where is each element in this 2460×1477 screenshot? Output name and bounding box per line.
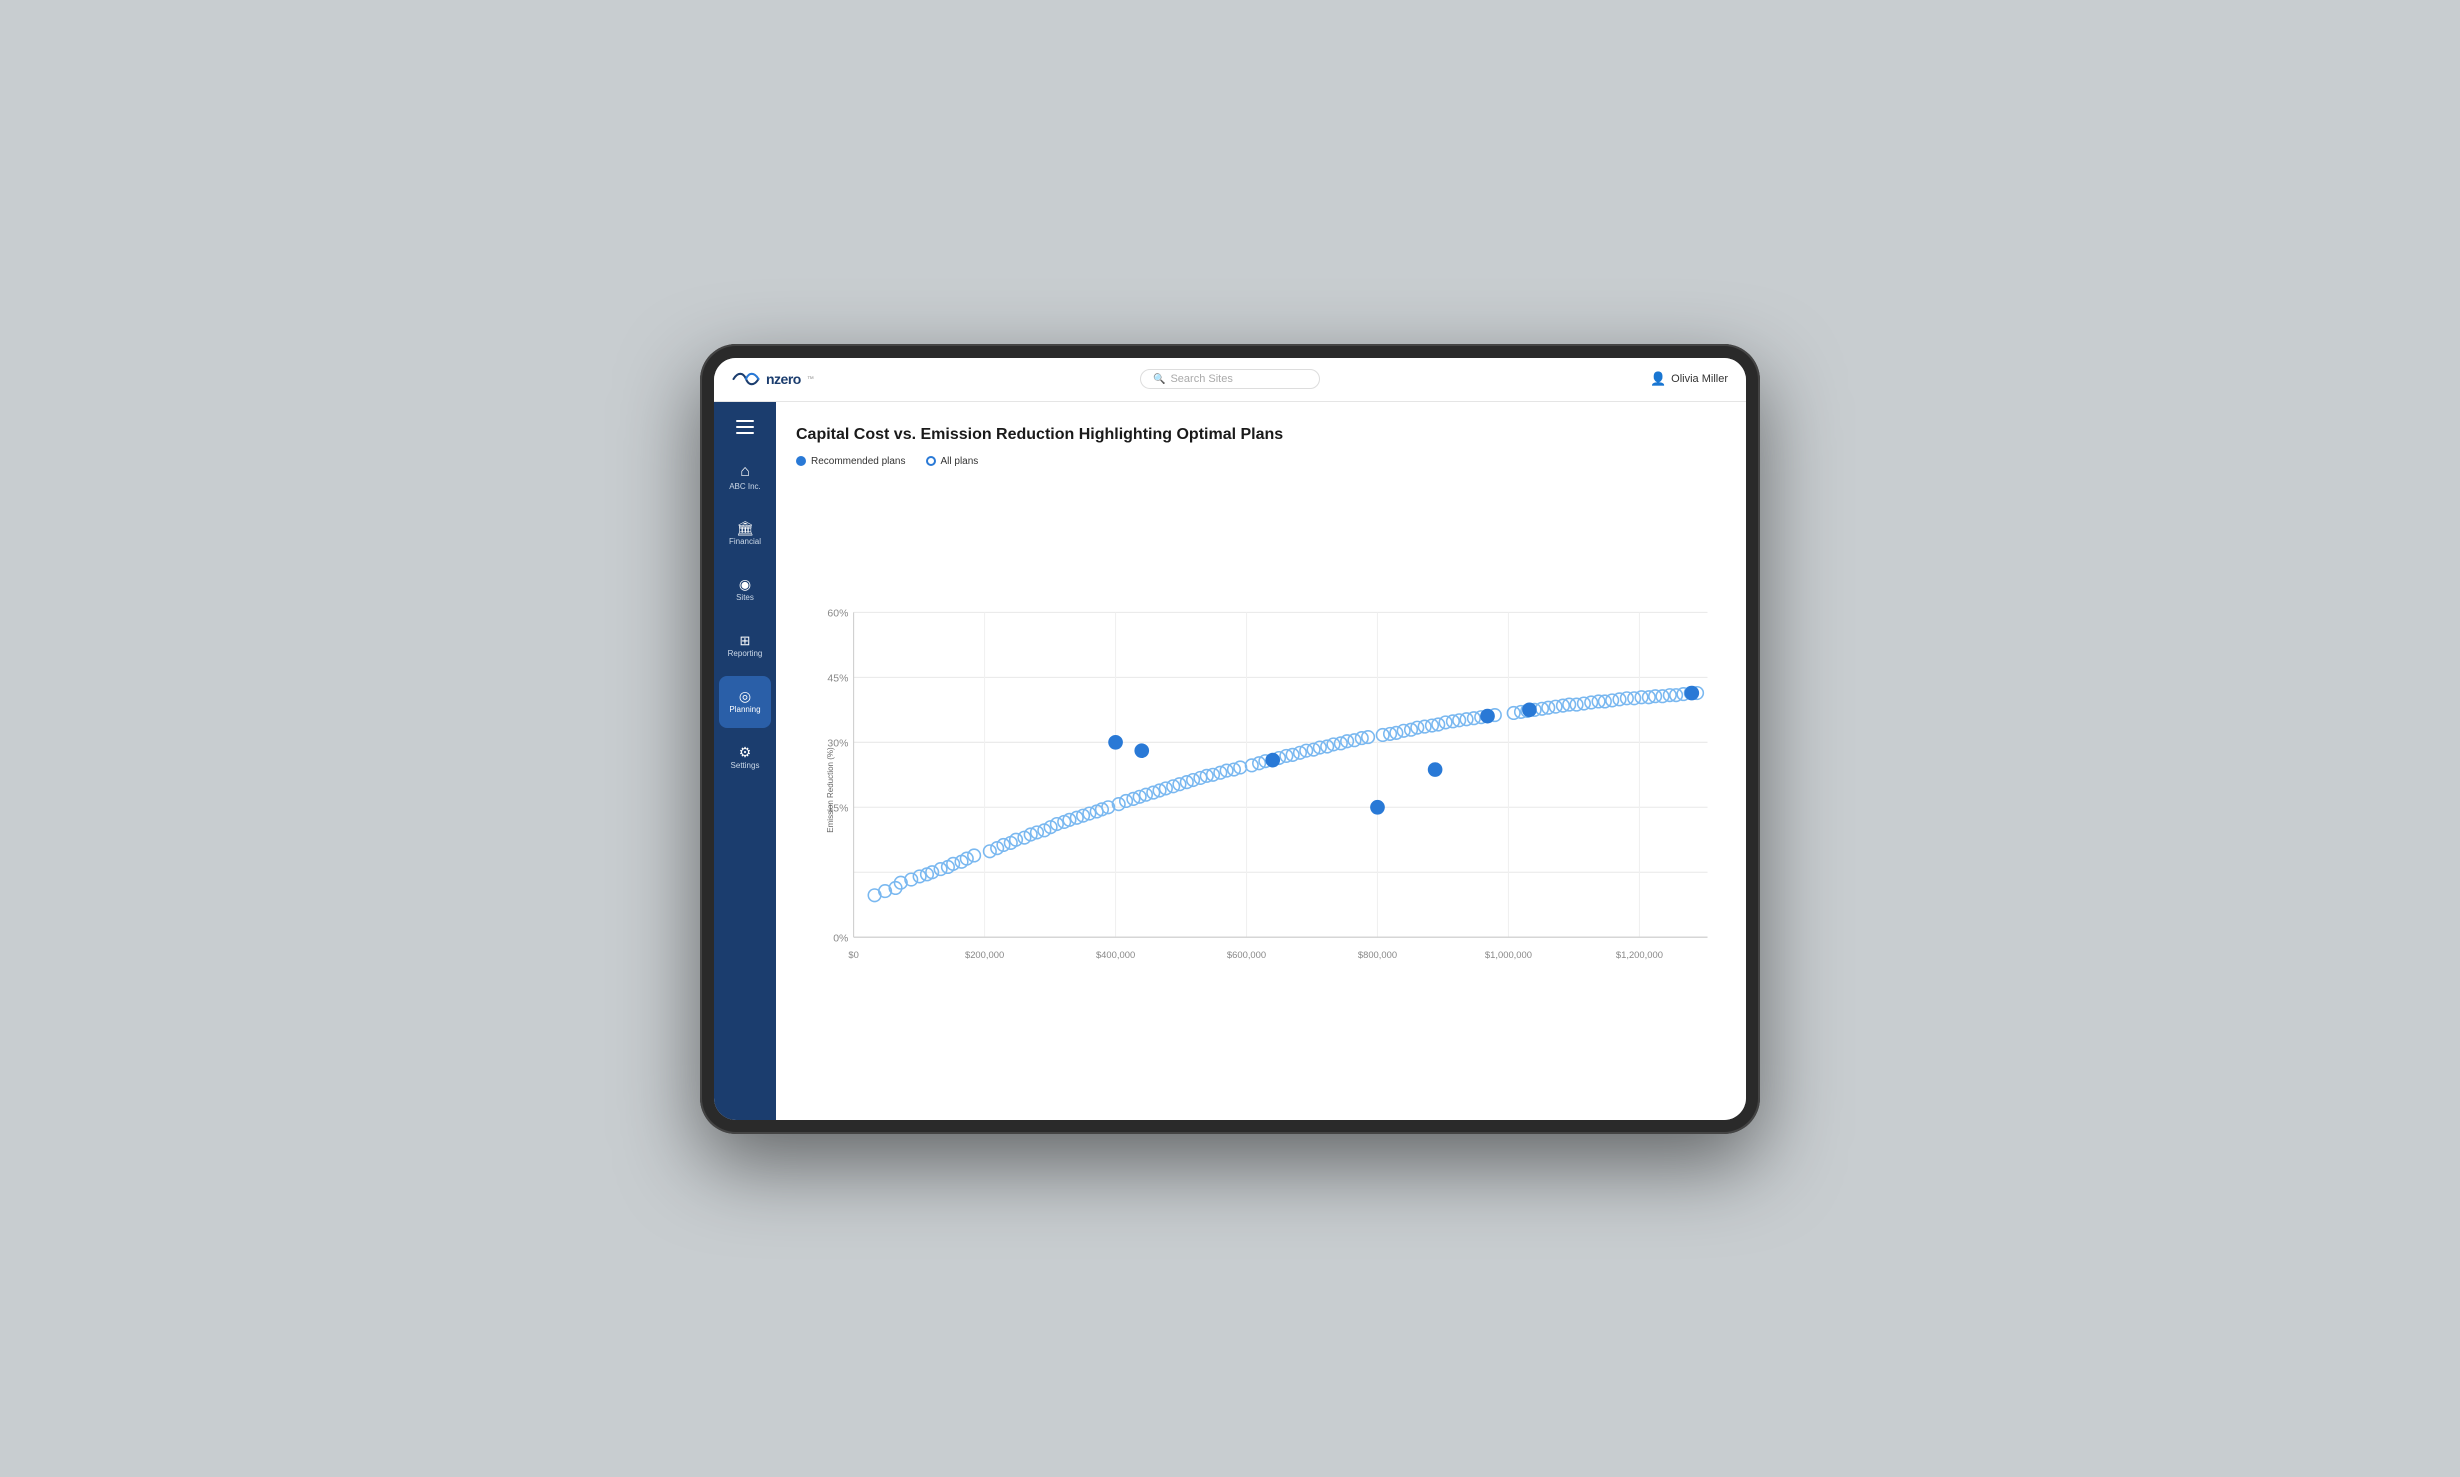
tablet-screen: nzero ™ 🔍 Search Sites 👤 Olivia Miller <box>714 358 1746 1120</box>
y-axis-label: Emission Reduction (%) <box>826 747 835 832</box>
header: nzero ™ 🔍 Search Sites 👤 Olivia Miller <box>714 358 1746 402</box>
svg-text:$1,000,000: $1,000,000 <box>1485 949 1532 960</box>
search-box[interactable]: 🔍 Search Sites <box>1140 369 1320 389</box>
financial-icon: 🏛 <box>736 521 754 535</box>
nzero-logo-icon <box>732 370 760 388</box>
sidebar: ⌂ ABC Inc. 🏛 Financial ◉ Sites ⊞ Reporti… <box>714 402 776 1120</box>
sidebar-label-settings: Settings <box>731 762 760 770</box>
logo-trademark: ™ <box>807 376 814 383</box>
legend-label-recommended: Recommended plans <box>811 456 906 467</box>
main-content: ⌂ ABC Inc. 🏛 Financial ◉ Sites ⊞ Reporti… <box>714 402 1746 1120</box>
svg-text:45%: 45% <box>827 673 848 684</box>
search-icon: 🔍 <box>1153 374 1165 385</box>
header-user: 👤 Olivia Miller <box>1396 371 1728 387</box>
svg-text:$1,200,000: $1,200,000 <box>1616 949 1663 960</box>
sidebar-item-financial[interactable]: 🏛 Financial <box>719 508 771 560</box>
svg-text:$200,000: $200,000 <box>965 949 1004 960</box>
sidebar-hamburger[interactable] <box>727 412 763 442</box>
sidebar-item-planning[interactable]: ◎ Planning <box>719 676 771 728</box>
header-logo: nzero ™ <box>732 370 1064 388</box>
scatter-chart: 60% 45% 30% 15% 0% $0 $200,000 $400,000 … <box>796 481 1718 1100</box>
svg-text:$400,000: $400,000 <box>1096 949 1135 960</box>
logo-text: nzero <box>766 371 801 387</box>
svg-text:$0: $0 <box>848 949 858 960</box>
sidebar-label-planning: Planning <box>729 706 760 714</box>
legend-item-all: All plans <box>926 456 979 467</box>
sites-icon: ◉ <box>739 577 751 591</box>
svg-text:$800,000: $800,000 <box>1358 949 1397 960</box>
settings-icon: ⚙ <box>739 745 752 759</box>
legend-dot-all <box>926 456 936 466</box>
sidebar-label-financial: Financial <box>729 538 761 546</box>
hamburger-line-3 <box>736 432 754 434</box>
sidebar-item-sites[interactable]: ◉ Sites <box>719 564 771 616</box>
user-name: Olivia Miller <box>1671 373 1728 385</box>
svg-text:60%: 60% <box>827 608 848 619</box>
sidebar-label-reporting: Reporting <box>728 650 763 658</box>
legend-item-recommended: Recommended plans <box>796 456 906 467</box>
hamburger-line-2 <box>736 426 754 428</box>
chart-area: Capital Cost vs. Emission Reduction High… <box>776 402 1746 1120</box>
sidebar-label-home: ABC Inc. <box>729 483 761 491</box>
sidebar-item-settings[interactable]: ⚙ Settings <box>719 732 771 784</box>
search-placeholder: Search Sites <box>1170 373 1232 385</box>
planning-icon: ◎ <box>739 689 751 703</box>
svg-text:0%: 0% <box>833 933 848 944</box>
chart-title: Capital Cost vs. Emission Reduction High… <box>796 426 1718 444</box>
svg-text:$600,000: $600,000 <box>1227 949 1266 960</box>
user-icon: 👤 <box>1650 371 1666 387</box>
legend-label-all: All plans <box>941 456 979 467</box>
sidebar-label-sites: Sites <box>736 594 754 602</box>
legend-dot-recommended <box>796 456 806 466</box>
reporting-icon: ⊞ <box>740 634 751 647</box>
sidebar-item-home[interactable]: ⌂ ABC Inc. <box>719 452 771 504</box>
chart-container: Emission Reduction (%) <box>796 481 1718 1100</box>
header-search: 🔍 Search Sites <box>1064 369 1396 389</box>
sidebar-item-reporting[interactable]: ⊞ Reporting <box>719 620 771 672</box>
home-icon: ⌂ <box>740 464 750 480</box>
chart-legend: Recommended plans All plans <box>796 456 1718 467</box>
hamburger-line-1 <box>736 420 754 422</box>
tablet-frame: nzero ™ 🔍 Search Sites 👤 Olivia Miller <box>700 344 1760 1134</box>
